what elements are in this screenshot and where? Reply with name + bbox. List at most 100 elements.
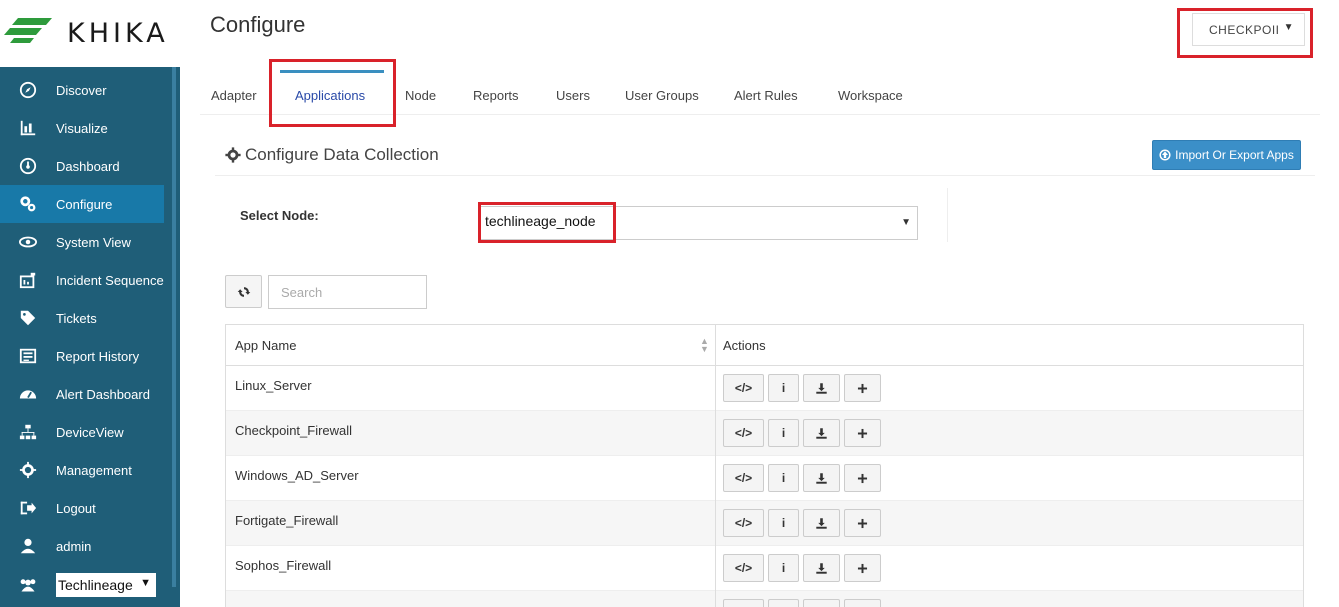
tachometer-icon [19,390,37,399]
gear-icon [225,147,241,163]
column-header-app-name[interactable]: App Name [235,338,296,353]
column-header-actions: Actions [723,338,766,353]
app-name-cell: Fortigate_Firewall [235,513,339,528]
download-icon [816,427,827,439]
highlight-box-node [478,202,616,243]
search-input[interactable] [268,275,427,309]
view-code-button[interactable]: </> [723,554,764,582]
organization-select-value: Techlineage [58,577,133,593]
sidebar-item-alert-dashboard[interactable]: Alert Dashboard [0,375,164,413]
table-row: Fortigate_Firewall </> i [226,501,1303,546]
info-button[interactable]: i [768,374,799,402]
sign-out-icon [20,501,37,515]
tab-workspace[interactable]: Workspace [838,88,903,103]
circle-arrow-up-icon [1159,149,1171,161]
info-button[interactable]: i [768,509,799,537]
caret-down-icon: ▼ [901,217,911,228]
page-title: Configure [210,12,306,37]
app-name-cell: Linux_Server [235,378,312,393]
info-button[interactable]: i [768,419,799,447]
add-button[interactable] [844,419,881,447]
cogs-icon [20,196,36,212]
sidebar-item-deviceview[interactable]: DeviceView [0,413,164,451]
add-button[interactable] [844,554,881,582]
sidebar-item-visualize[interactable]: Visualize [0,109,164,147]
view-code-button[interactable] [723,599,764,607]
tab-users[interactable]: Users [556,88,590,103]
sidebar-item-label: Incident Sequence [56,272,164,288]
compass-icon [19,81,37,99]
code-icon: </> [734,471,753,485]
add-button[interactable] [844,509,881,537]
view-code-button[interactable]: </> [723,374,764,402]
sidebar-item-tickets[interactable]: Tickets [0,299,164,337]
sidebar-item-logout[interactable]: Logout [0,489,164,527]
tag-icon [20,310,36,326]
tab-node[interactable]: Node [405,88,436,103]
sidebar-item-label: Tickets [56,310,97,326]
download-button[interactable] [803,464,840,492]
download-button[interactable] [803,599,840,607]
info-button[interactable]: i [768,464,799,492]
view-code-button[interactable]: </> [723,509,764,537]
plus-icon [857,473,868,483]
sidebar-item-system-view[interactable]: System View [0,223,164,261]
info-button[interactable]: i [768,554,799,582]
dashboard-icon [19,157,37,175]
sidebar-scrollbar[interactable] [172,67,176,587]
import-export-apps-button[interactable]: Import Or Export Apps [1152,140,1301,170]
code-icon: </> [734,426,753,440]
sidebar-item-admin[interactable]: admin [0,527,164,565]
organization-select[interactable]: Techlineage ▼ [56,573,156,597]
info-icon: i [781,561,786,575]
download-button[interactable] [803,419,840,447]
user-icon [20,538,36,554]
sidebar-item-configure[interactable]: Configure [0,185,164,223]
code-icon: </> [734,381,753,395]
list-icon [19,348,37,364]
section-title: Configure Data Collection [225,145,439,165]
divider [215,175,1315,176]
info-icon: i [781,381,786,395]
sidebar-item-discover[interactable]: Discover [0,71,164,109]
download-button[interactable] [803,509,840,537]
download-icon [816,472,827,484]
sitemap-icon [19,424,37,440]
sidebar-item-management[interactable]: Management [0,451,164,489]
org-icon-wrap [0,566,56,604]
tab-reports[interactable]: Reports [473,88,519,103]
highlight-box-workspace [1177,8,1313,58]
sidebar-item-dashboard[interactable]: Dashboard [0,147,164,185]
view-code-button[interactable]: </> [723,419,764,447]
table-row: Windows_AD_Server </> i [226,456,1303,501]
download-button[interactable] [803,374,840,402]
add-button[interactable] [844,464,881,492]
add-button[interactable] [844,374,881,402]
sidebar-item-label: Alert Dashboard [56,386,150,402]
eye-icon [19,236,37,248]
sidebar-item-report-history[interactable]: Report History [0,337,164,375]
app-name-cell: Sophos_Firewall [235,558,332,573]
table-header: App Name ▲ ▼ Actions [226,325,1303,366]
logo: KHIKA [0,0,180,67]
gear-icon [19,461,37,479]
add-button[interactable] [844,599,881,607]
bar-chart-icon [20,120,36,136]
table-row: Linux_Server </> i [226,366,1303,411]
download-button[interactable] [803,554,840,582]
info-icon: i [781,516,786,530]
code-icon: </> [734,516,753,530]
sidebar-item-label: Dashboard [56,158,120,174]
tab-alert-rules[interactable]: Alert Rules [734,88,798,103]
sort-icon[interactable]: ▲ ▼ [700,337,709,354]
import-export-apps-label: Import Or Export Apps [1175,148,1294,162]
app-name-cell: Windows_AD_Server [235,468,359,483]
logo-mark-icon [4,18,52,43]
divider [947,188,948,242]
info-button[interactable] [768,599,799,607]
refresh-button[interactable] [225,275,262,308]
sidebar-item-incident-sequence[interactable]: Incident Sequence [0,261,164,299]
tab-adapter[interactable]: Adapter [211,88,257,103]
view-code-button[interactable]: </> [723,464,764,492]
tab-user-groups[interactable]: User Groups [625,88,699,103]
